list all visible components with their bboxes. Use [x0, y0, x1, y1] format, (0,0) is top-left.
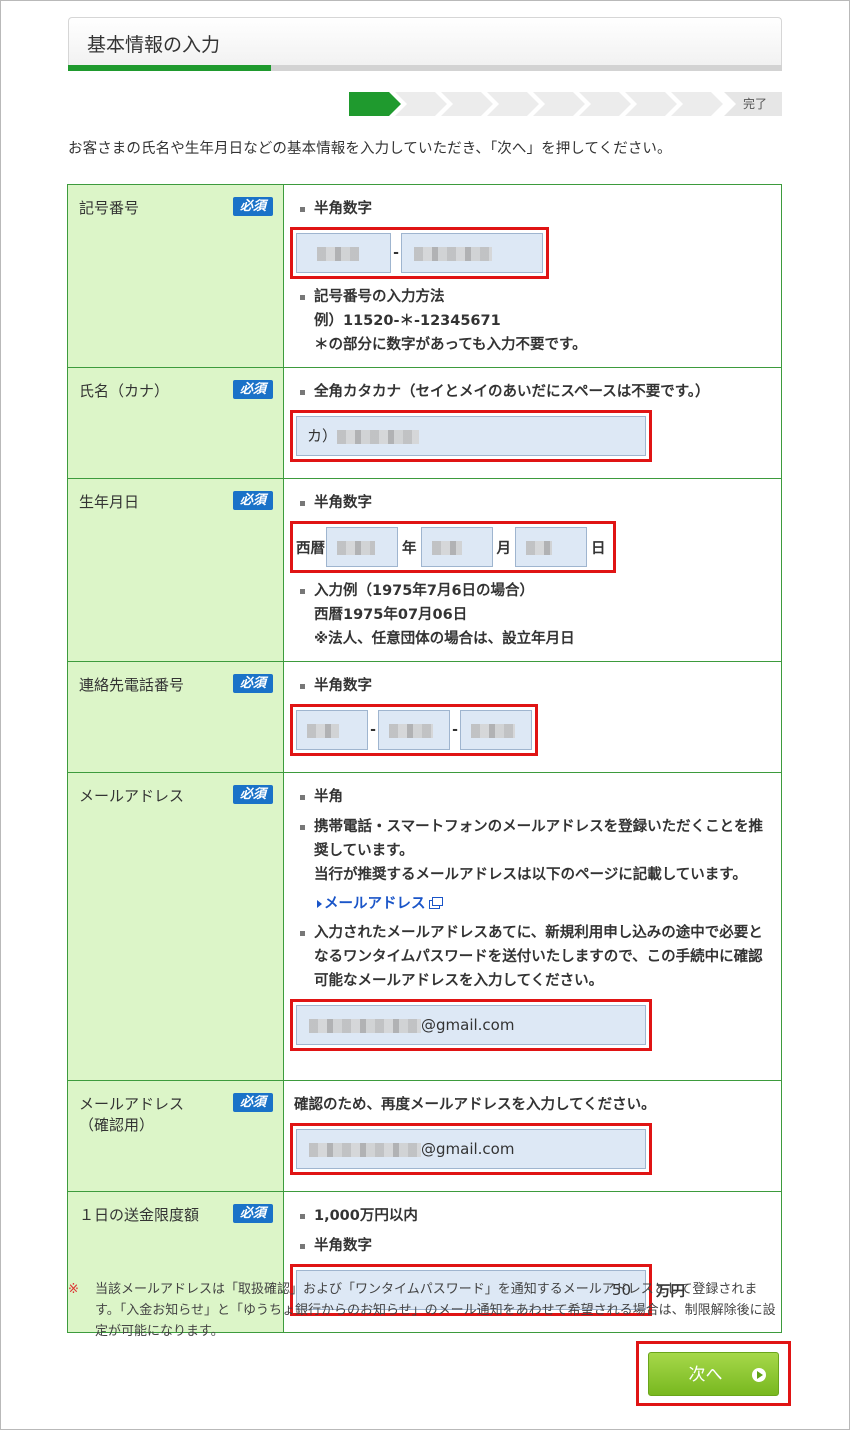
basic-info-form: 記号番号 必須 半角数字 - 記号番号の入力方法 例）11520-＊-12345… [67, 184, 782, 1333]
step-2 [395, 92, 447, 116]
step-8 [671, 92, 723, 116]
name-prefix: カ） [307, 427, 338, 445]
content-cell: 半角 携帯電話・スマートフォンのメールアドレスを登録いただくことを推奨しています… [283, 772, 782, 1081]
row-name-kana: 氏名（カナ） 必須 全角カタカナ（セイとメイのあいだにスペースは不要です。） カ… [67, 367, 782, 479]
step-1 [349, 92, 401, 116]
mobile-note-2: 当行が推奨するメールアドレスは以下のページに記載しています。 [314, 867, 747, 883]
highlight-box: -- [290, 704, 538, 756]
dash: - [393, 245, 399, 261]
example-note: ※法人、任意団体の場合は、設立年月日 [314, 631, 575, 647]
dash: - [452, 722, 458, 738]
hint-text: 半角数字 [294, 197, 771, 221]
highlight-box: - [290, 227, 549, 279]
dash: - [370, 722, 376, 738]
row-birth-date: 生年月日 必須 半角数字 西暦 年 月 日 入力例（1975年7月6日の場合） 西暦1… [67, 478, 782, 662]
step-done: 完了 [724, 92, 782, 116]
highlight-box: @gmail.com [290, 999, 652, 1051]
row-phone: 連絡先電話番号 必須 半角数字 -- [67, 661, 782, 773]
mobile-note-1: 携帯電話・スマートフォンのメールアドレスを登録いただくことを推奨しています。 [314, 819, 764, 859]
phone-part1-input[interactable] [296, 710, 368, 750]
footnote: ※ 当該メールアドレスは「取扱確認」および「ワンタイムパスワード」を通知するメー… [68, 1279, 782, 1342]
phone-part2-input[interactable] [378, 710, 450, 750]
hint-text: 半角数字 [294, 491, 771, 515]
page-header: 基本情報の入力 [68, 17, 782, 71]
step-4 [487, 92, 539, 116]
month-unit: 月 [496, 540, 512, 557]
intro-text: お客さまの氏名や生年月日などの基本情報を入力していただき、「次へ」を押してくださ… [68, 141, 672, 157]
required-badge: 必須 [232, 197, 273, 216]
label-cell: 生年月日 必須 [67, 478, 284, 662]
highlight-box: @gmail.com [290, 1123, 652, 1175]
highlight-box: 次へ [636, 1341, 791, 1406]
content-cell: 全角カタカナ（セイとメイのあいだにスペースは不要です。） カ） [283, 367, 782, 479]
otp-note: 入力されたメールアドレスあてに、新規利用申し込みの途中で必要となるワンタイムパス… [294, 921, 771, 993]
birth-year-input[interactable] [326, 527, 398, 567]
step-7 [625, 92, 677, 116]
footnote-mark: ※ [68, 1282, 79, 1297]
page-title: 基本情報の入力 [87, 34, 221, 56]
required-badge: 必須 [232, 380, 273, 399]
required-badge: 必須 [232, 785, 273, 804]
account-symbol-input[interactable] [296, 233, 391, 273]
content-cell: 半角数字 西暦 年 月 日 入力例（1975年7月6日の場合） 西暦1975年07月0… [283, 478, 782, 662]
step-3 [441, 92, 493, 116]
step-6 [579, 92, 631, 116]
label-cell: 記号番号 必須 [67, 184, 284, 368]
row-email: メールアドレス 必須 半角 携帯電話・スマートフォンのメールアドレスを登録いただ… [67, 772, 782, 1081]
email-domain: @gmail.com [421, 1016, 515, 1034]
account-number-input[interactable] [401, 233, 543, 273]
example-title: 入力例（1975年7月6日の場合） [294, 579, 771, 603]
link-label: メールアドレス [324, 896, 426, 912]
required-badge: 必須 [232, 674, 273, 693]
hint-text: 確認のため、再度メールアドレスを入力してください。 [294, 1097, 656, 1113]
email-domain: @gmail.com [421, 1140, 515, 1158]
hint-text: 全角カタカナ（セイとメイのあいだにスペースは不要です。） [294, 380, 771, 404]
content-cell: 確認のため、再度メールアドレスを入力してください。 @gmail.com [283, 1080, 782, 1192]
arrow-right-icon [752, 1368, 766, 1382]
step-5 [533, 92, 585, 116]
content-cell: 半角数字 - 記号番号の入力方法 例）11520-＊-12345671 ＊の部分… [283, 184, 782, 368]
required-badge: 必須 [232, 491, 273, 510]
required-badge: 必須 [232, 1093, 273, 1112]
birth-day-input[interactable] [515, 527, 587, 567]
header-progress-bar [68, 65, 782, 71]
day-unit: 日 [591, 540, 606, 557]
header-progress-fill [68, 65, 271, 71]
highlight-box: カ） [290, 410, 652, 462]
highlight-box: 西暦 年 月 日 [290, 521, 616, 573]
label-cell: 氏名（カナ） 必須 [67, 367, 284, 479]
howto-title: 記号番号の入力方法 [294, 285, 771, 309]
next-button[interactable]: 次へ [648, 1352, 779, 1396]
birth-month-input[interactable] [420, 527, 493, 567]
next-button-label: 次へ [688, 1365, 723, 1385]
label-cell: メールアドレス 必須 [67, 772, 284, 1081]
mobile-note: 携帯電話・スマートフォンのメールアドレスを登録いただくことを推奨しています。 当… [294, 815, 771, 887]
email-input[interactable]: @gmail.com [296, 1005, 646, 1045]
external-link-icon [428, 896, 443, 909]
required-badge: 必須 [232, 1204, 273, 1223]
hint-text: 半角 [294, 785, 771, 809]
howto-note: ＊の部分に数字があっても入力不要です。 [314, 337, 587, 353]
email-info-link[interactable]: メールアドレス [294, 891, 771, 917]
era-label: 西暦 [296, 540, 325, 557]
phone-part3-input[interactable] [460, 710, 532, 750]
howto-example: 例）11520-＊-12345671 [314, 313, 501, 329]
footnote-text: 当該メールアドレスは「取扱確認」および「ワンタイムパスワード」を通知するメールア… [95, 1282, 776, 1339]
label-cell: メールアドレス （確認用） 必須 [67, 1080, 284, 1192]
example-value: 西暦1975年07月06日 [314, 607, 468, 623]
hint-text: 半角数字 [294, 674, 771, 698]
label-cell: 連絡先電話番号 必須 [67, 661, 284, 773]
hint-text: 1,000万円以内 [294, 1204, 771, 1228]
hint-text: 半角数字 [294, 1234, 771, 1258]
year-unit: 年 [402, 540, 417, 557]
content-cell: 半角数字 -- [283, 661, 782, 773]
email-confirm-input[interactable]: @gmail.com [296, 1129, 646, 1169]
step-indicator: 完了 [349, 92, 782, 116]
name-kana-input[interactable]: カ） [296, 416, 646, 456]
email-confirm-sublabel: （確認用） [79, 1116, 155, 1134]
row-account-number: 記号番号 必須 半角数字 - 記号番号の入力方法 例）11520-＊-12345… [67, 184, 782, 368]
row-email-confirm: メールアドレス （確認用） 必須 確認のため、再度メールアドレスを入力してくださ… [67, 1080, 782, 1192]
